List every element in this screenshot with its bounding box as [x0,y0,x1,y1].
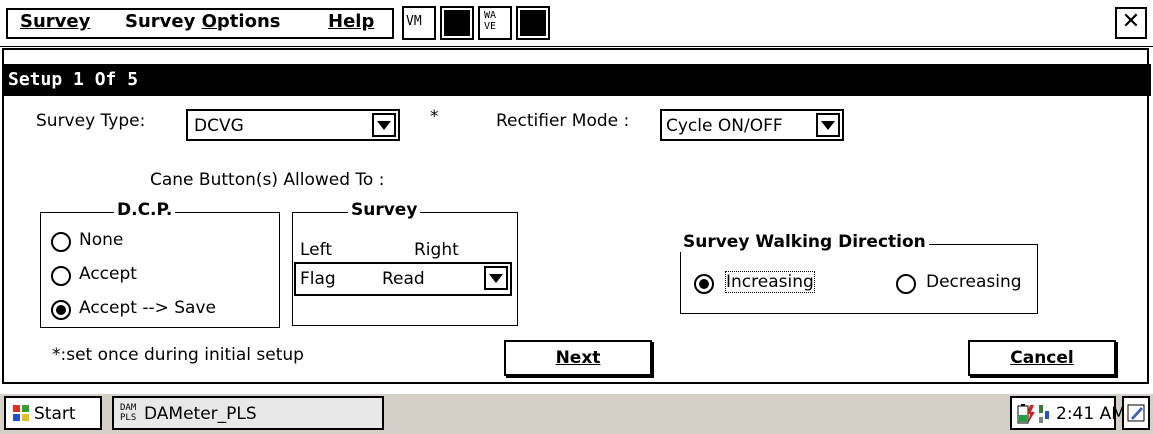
dcp-legend: D.C.P. [114,200,176,220]
dcp-option-label: Accept [79,264,137,284]
chevron-down-icon[interactable] [816,113,840,137]
survey-type-label: Survey Type: [36,111,146,131]
survey-combo-left: Flag [300,269,336,289]
radio-icon[interactable] [51,266,71,286]
clock[interactable]: 2:41 AM [1056,404,1126,424]
increasing-label: Increasing [725,271,815,293]
chevron-down-icon[interactable] [372,113,396,137]
start-label: Start [34,404,76,424]
taskbar-app-label: DAMeter_PLS [144,404,257,424]
app-icon: DAM PLS [120,403,137,423]
survey-type-value: DCVG [194,116,244,136]
radio-icon[interactable] [51,232,71,252]
chevron-down-icon[interactable] [484,266,508,290]
dialog-title-bar: Setup 1 Of 5 [2,64,1151,96]
menu-help[interactable]: Help [328,11,374,32]
rectifier-mode-label: Rectifier Mode : [496,111,630,131]
rectifier-mode-dropdown[interactable]: Cycle ON/OFF [660,109,844,141]
radio-icon[interactable] [896,274,916,294]
taskbar-app-button[interactable]: DAM PLS DAMeter_PLS [112,396,384,430]
cancel-button[interactable]: Cancel [968,340,1116,376]
radio-selected-icon[interactable] [51,300,71,320]
input-panel-icon [1127,402,1147,429]
asterisk-mark: * [430,107,439,127]
start-button[interactable]: Start [4,396,102,430]
next-button[interactable]: Next [504,340,652,376]
rectifier-mode-value: Cycle ON/OFF [666,116,783,136]
menu-survey-options[interactable]: Survey Options [125,11,280,32]
battery-icon[interactable] [1016,403,1036,430]
survey-cane-dropdown[interactable]: Flag Read [294,262,512,296]
close-icon[interactable]: ✕ [1115,7,1147,39]
dark-toolbar-button-1[interactable] [440,6,474,40]
survey-legend: Survey [348,200,421,220]
windows-flag-icon [12,404,30,422]
walking-direction-legend: Survey Walking Direction [680,232,929,252]
sip-button[interactable] [1122,396,1150,430]
menu-survey[interactable]: Survey [20,11,90,32]
survey-combo-right: Read [382,269,425,289]
vm-toolbar-button[interactable]: VM [402,6,436,40]
dcp-option-label: Accept --> Save [79,298,216,318]
vm-label: VM [406,14,422,29]
dialog-title: Setup 1 Of 5 [8,69,139,90]
footnote: *:set once during initial setup [52,345,304,365]
network-icon[interactable] [1036,403,1054,430]
survey-left-label: Left [300,240,332,260]
wave-label: WA VE [484,10,497,32]
cane-button-label: Cane Button(s) Allowed To : [150,170,385,190]
decreasing-label: Decreasing [926,272,1022,292]
dark-toolbar-button-2[interactable] [516,6,550,40]
dcp-option-label: None [79,230,124,250]
system-tray: 2:41 AM [1010,396,1126,430]
wave-toolbar-button[interactable]: WA VE [478,6,512,40]
survey-right-label: Right [414,240,459,260]
survey-type-dropdown[interactable]: DCVG [186,109,400,141]
radio-selected-icon[interactable] [694,274,714,294]
